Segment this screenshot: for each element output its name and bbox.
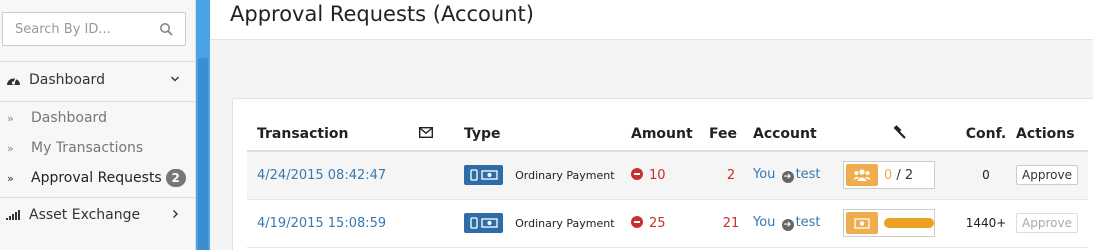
chevron-down-icon (171, 76, 179, 82)
transaction-link[interactable]: 4/24/2015 08:42:47 (257, 168, 386, 183)
phasing-status[interactable]: 0 / 2 (843, 161, 935, 190)
phasing-need: / 2 (892, 167, 914, 183)
type-label: Ordinary Payment (515, 216, 615, 230)
sidebar-divider (0, 101, 196, 102)
minus-circle-icon (631, 167, 643, 180)
sidebar-subitem-label: Dashboard (31, 110, 107, 126)
phasing-progress-bar (884, 218, 934, 228)
confirmations-value: 0 (982, 168, 990, 183)
sidebar-subitem-approval-requests[interactable]: » Approval Requests 2 (0, 164, 196, 192)
sidebar-subitem-my-transactions[interactable]: » My Transactions (0, 134, 196, 162)
count-badge: 2 (165, 169, 186, 187)
payment-type-icon (464, 165, 503, 186)
signal-bars-icon (5, 208, 21, 222)
col-message (418, 117, 464, 152)
sidebar-subitem-dashboard[interactable]: » Dashboard (0, 104, 196, 132)
double-chevron-right-icon: » (7, 111, 14, 125)
page-title: Approval Requests (Account) (230, 2, 534, 26)
approval-requests-panel: Transaction Type Amount Fee Account Conf… (232, 98, 1093, 250)
chevron-right-icon (173, 210, 178, 218)
users-icon (846, 164, 878, 187)
sidebar-item-asset-exchange[interactable]: Asset Exchange (0, 199, 196, 231)
page-header: Approval Requests (Account) (210, 0, 1093, 40)
search-input[interactable] (3, 13, 153, 45)
col-phasing (843, 117, 956, 152)
col-actions: Actions (1016, 117, 1088, 152)
payment-type-icon (464, 213, 503, 233)
sidebar: Dashboard » Dashboard » My Transactions … (0, 0, 196, 250)
table-row: 4/19/2015 15:08:59 Ordinary Payment 25 2… (247, 199, 1088, 248)
col-confirmations[interactable]: Conf. (956, 117, 1016, 152)
sidebar-scrollbar[interactable] (196, 0, 210, 250)
fee-value: 21 (722, 215, 740, 231)
amount-value: 25 (649, 215, 666, 231)
double-chevron-right-icon: » (7, 141, 14, 155)
scrollbar-thumb[interactable] (198, 58, 208, 250)
table-row: 4/24/2015 08:42:47 Ordinary Payment 10 2… (247, 151, 1088, 200)
col-amount[interactable]: Amount (631, 117, 709, 152)
sidebar-item-label: Asset Exchange (29, 207, 141, 223)
search-box (2, 12, 186, 46)
col-transaction[interactable]: Transaction (247, 117, 419, 152)
envelope-icon (418, 126, 434, 138)
sender-link[interactable]: You (753, 215, 775, 230)
approval-requests-table: Transaction Type Amount Fee Account Conf… (247, 117, 1088, 248)
amount-value: 10 (649, 167, 666, 183)
dashboard-icon (5, 73, 21, 87)
arrow-right-icon: ➔ (781, 171, 794, 184)
approve-button[interactable]: Approve (1016, 165, 1078, 186)
confirmations-value: 1440+ (965, 216, 1007, 230)
col-account[interactable]: Account (753, 117, 843, 152)
main-content: Approval Requests (Account) Transaction … (210, 0, 1093, 250)
approve-button[interactable]: Approve (1016, 213, 1078, 233)
phasing-status[interactable] (843, 209, 935, 237)
table-header-row: Transaction Type Amount Fee Account Conf… (247, 117, 1088, 152)
col-type[interactable]: Type (464, 117, 631, 152)
search-icon[interactable] (159, 22, 173, 36)
transaction-link[interactable]: 4/19/2015 15:08:59 (257, 216, 386, 231)
double-chevron-right-icon: » (7, 171, 14, 185)
sidebar-divider (0, 197, 196, 198)
money-icon (846, 212, 878, 234)
sidebar-subitem-label: My Transactions (31, 140, 144, 156)
minus-circle-icon (631, 215, 643, 228)
fee-value: 2 (726, 167, 736, 183)
col-fee[interactable]: Fee (709, 117, 753, 152)
gavel-icon (893, 124, 906, 139)
sidebar-divider (0, 61, 196, 62)
recipient-link[interactable]: test (796, 167, 821, 182)
sidebar-item-dashboard[interactable]: Dashboard (0, 64, 196, 96)
sidebar-item-label: Dashboard (29, 72, 105, 88)
sidebar-subitem-label: Approval Requests (31, 170, 162, 186)
type-label: Ordinary Payment (515, 168, 615, 182)
arrow-right-icon: ➔ (781, 219, 794, 231)
sender-link[interactable]: You (753, 167, 775, 182)
recipient-link[interactable]: test (796, 215, 821, 230)
